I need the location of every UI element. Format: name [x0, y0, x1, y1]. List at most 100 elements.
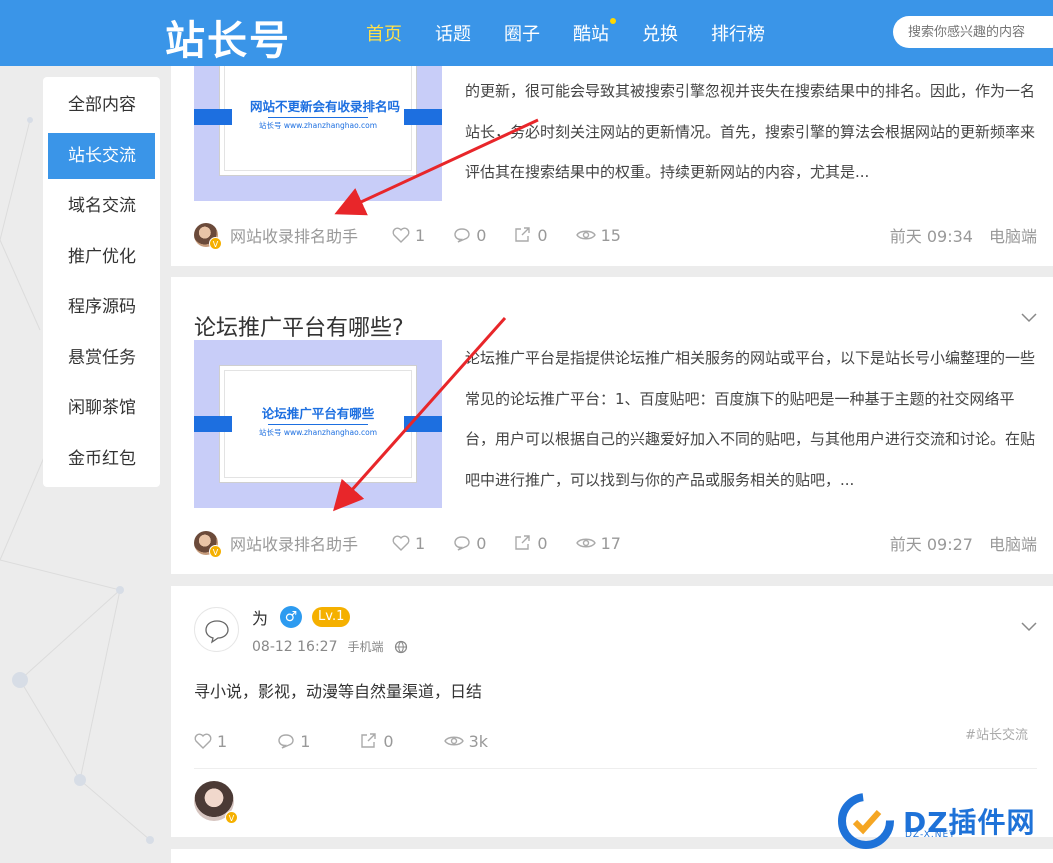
like-count: 1	[217, 731, 228, 751]
chevron-down-icon[interactable]	[1021, 309, 1037, 325]
comment-count: 0	[476, 533, 487, 553]
share-count: 0	[383, 731, 394, 751]
sidebar-item-red-packet[interactable]: 金币红包	[48, 436, 155, 482]
thumbnail-frame: 网站不更新会有收录排名吗 站长号 www.zhanzhanghao.com	[219, 58, 417, 176]
post-device: 手机端	[347, 640, 384, 654]
post-user-info: 为 ♂ Lv.1	[252, 605, 351, 629]
nav-item-cool-sites[interactable]: 酷站	[573, 18, 616, 46]
post-actions-row: 1 1 0 3k	[194, 728, 544, 754]
user-avatar[interactable]	[194, 607, 239, 652]
dz-plugin-watermark: DZ插件网 DZ-X.NET	[835, 790, 1036, 852]
comment-button[interactable]: 1	[277, 732, 310, 751]
nav-item-topics[interactable]: 话题	[435, 20, 471, 46]
view-count: 17	[600, 533, 621, 553]
post-meta: 08-12 16:27 手机端	[252, 638, 408, 655]
author-avatar[interactable]: V	[194, 531, 222, 558]
thumbnail-url: 站长号 www.zhanzhanghao.com	[258, 121, 378, 130]
sidebar-item-bounty[interactable]: 悬赏任务	[48, 335, 155, 381]
article-card: 网站不更新会有收录排名吗 站长号 www.zhanzhanghao.com 的更…	[171, 33, 1053, 266]
new-dot-indicator	[610, 18, 616, 24]
nav-item-exchange[interactable]: 兑换	[642, 20, 678, 46]
sidebar-item-tea-house[interactable]: 闲聊茶馆	[48, 385, 155, 431]
chevron-down-icon[interactable]	[1021, 618, 1037, 634]
post-device: 电脑端	[988, 535, 1037, 554]
share-icon	[515, 535, 531, 550]
verified-badge-icon: V	[209, 545, 222, 558]
thumbnail-tab-left	[194, 416, 232, 432]
share-button[interactable]: 0	[360, 731, 394, 751]
top-navigation-bar: 站长号 首页 话题 圈子 酷站 兑换 排行榜	[0, 0, 1053, 66]
share-icon	[361, 733, 377, 748]
post-time: 前天 09:27	[889, 535, 973, 554]
view-count: 15	[600, 225, 621, 245]
author-avatar[interactable]: V	[194, 223, 222, 250]
like-button[interactable]: 1	[392, 534, 425, 553]
category-sidebar: 全部内容 站长交流 域名交流 推广优化 程序源码 悬赏任务 闲聊茶馆 金币红包	[43, 77, 160, 487]
share-button[interactable]: 0	[514, 225, 548, 245]
article-excerpt[interactable]: 的更新，很可能会导致其被搜索引擎忽视并丧失在搜索结果中的排名。因此，作为一名站长…	[465, 71, 1037, 193]
commenter-avatar[interactable]: V	[194, 781, 238, 824]
comment-count: 0	[476, 225, 487, 245]
like-count: 1	[415, 533, 426, 553]
post-device: 电脑端	[988, 227, 1037, 246]
post-time: 前天 09:34	[889, 227, 973, 246]
author-name[interactable]: 网站收录排名助手	[230, 223, 358, 247]
share-button[interactable]: 0	[514, 533, 548, 553]
male-gender-icon: ♂	[280, 606, 303, 628]
like-count: 1	[415, 225, 426, 245]
thumbnail-tab-left	[194, 109, 232, 125]
thumbnail-tab-right	[404, 416, 442, 432]
level-badge: Lv.1	[312, 607, 351, 627]
sidebar-item-all[interactable]: 全部内容	[48, 82, 155, 128]
article-thumbnail[interactable]: 论坛推广平台有哪些 站长号 www.zhanzhanghao.com	[194, 340, 442, 508]
nav-item-cool-sites-label: 酷站	[573, 24, 609, 45]
site-logo[interactable]: 站长号	[165, 8, 291, 66]
eye-icon	[575, 230, 596, 240]
main-nav: 首页 话题 圈子 酷站 兑换 排行榜	[366, 18, 798, 46]
globe-icon	[394, 640, 407, 653]
eye-icon	[575, 538, 596, 548]
dz-logo-icon	[838, 793, 894, 849]
article-excerpt[interactable]: 论坛推广平台是指提供论坛推广相关服务的网站或平台，以下是站长号小编整理的一些常见…	[465, 338, 1037, 500]
nav-item-circles[interactable]: 圈子	[504, 20, 540, 46]
post-divider	[194, 768, 1037, 769]
nav-item-ranking[interactable]: 排行榜	[711, 20, 765, 46]
thumbnail-tab-right	[404, 109, 442, 125]
like-button[interactable]: 1	[194, 732, 227, 751]
view-stat: 17	[575, 533, 621, 553]
thumbnail-title: 论坛推广平台有哪些	[261, 406, 375, 421]
share-count: 0	[537, 533, 548, 553]
eye-icon	[443, 736, 464, 746]
like-button[interactable]: 1	[392, 226, 425, 245]
sidebar-item-domain[interactable]: 域名交流	[48, 183, 155, 229]
sidebar-item-promotion[interactable]: 推广优化	[48, 234, 155, 280]
nav-item-home[interactable]: 首页	[366, 20, 402, 46]
view-stat: 15	[575, 225, 621, 245]
comment-count: 1	[300, 731, 311, 751]
comment-icon	[278, 734, 294, 749]
post-username[interactable]: 为	[252, 605, 268, 629]
comment-button[interactable]: 0	[453, 226, 486, 245]
comment-icon	[454, 536, 470, 551]
thumbnail-frame: 论坛推广平台有哪些 站长号 www.zhanzhanghao.com	[219, 365, 417, 483]
article-meta-row: V 网站收录排名助手 1 0 0 15 前天 09:34 电脑端	[194, 222, 1037, 250]
watermark-subtext: DZ-X.NET	[905, 830, 956, 840]
share-count: 0	[537, 225, 548, 245]
heart-icon	[194, 733, 212, 749]
heart-icon	[392, 227, 410, 243]
article-meta-row: V 网站收录排名助手 1 0 0 17 前天 09:27 电脑端	[194, 530, 1037, 558]
chat-bubble-icon	[205, 620, 229, 644]
sidebar-item-source-code[interactable]: 程序源码	[48, 284, 155, 330]
post-content[interactable]: 寻小说，影视，动漫等自然量渠道，日结	[194, 678, 482, 702]
author-name[interactable]: 网站收录排名助手	[230, 531, 358, 555]
search-input[interactable]	[893, 16, 1053, 48]
thumbnail-title: 网站不更新会有收录排名吗	[250, 99, 401, 114]
view-stat: 3k	[443, 732, 488, 751]
sidebar-item-webmaster-exchange[interactable]: 站长交流	[48, 132, 155, 179]
thumbnail-rule	[268, 424, 368, 425]
share-icon	[515, 227, 531, 242]
article-title[interactable]: 论坛推广平台有哪些?	[194, 310, 404, 342]
verified-badge-icon: V	[209, 237, 222, 250]
post-topic-tag[interactable]: #站长交流	[965, 724, 1028, 743]
comment-button[interactable]: 0	[453, 534, 486, 553]
